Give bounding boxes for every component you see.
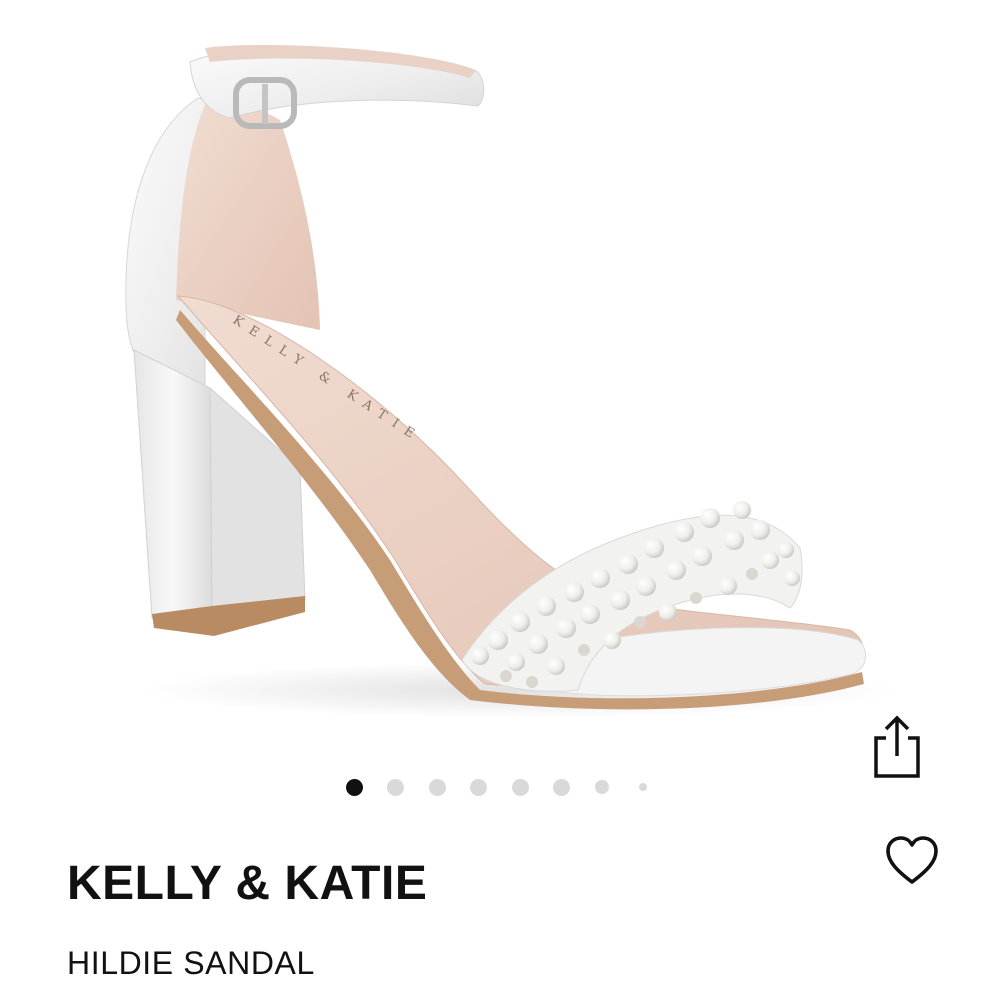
carousel-dot-2[interactable] <box>387 779 404 796</box>
image-carousel-indicator <box>340 772 660 802</box>
share-button[interactable] <box>866 712 928 784</box>
sandal-illustration: KELLY & KATIE <box>125 44 900 718</box>
carousel-dot-6[interactable] <box>553 779 570 796</box>
carousel-dot-4[interactable] <box>470 779 487 796</box>
product-name: HILDIE SANDAL <box>67 945 315 981</box>
share-icon <box>874 715 920 778</box>
carousel-dot-8[interactable] <box>639 783 647 791</box>
favorite-button[interactable] <box>882 832 942 890</box>
carousel-dot-3[interactable] <box>429 779 446 796</box>
carousel-dot-7[interactable] <box>595 780 609 794</box>
product-image[interactable]: KELLY & KATIE <box>0 0 1000 760</box>
brand-name[interactable]: KELLY & KATIE <box>67 860 427 908</box>
carousel-dot-1[interactable] <box>346 779 363 796</box>
carousel-dot-5[interactable] <box>512 779 529 796</box>
heart-icon <box>886 836 938 884</box>
